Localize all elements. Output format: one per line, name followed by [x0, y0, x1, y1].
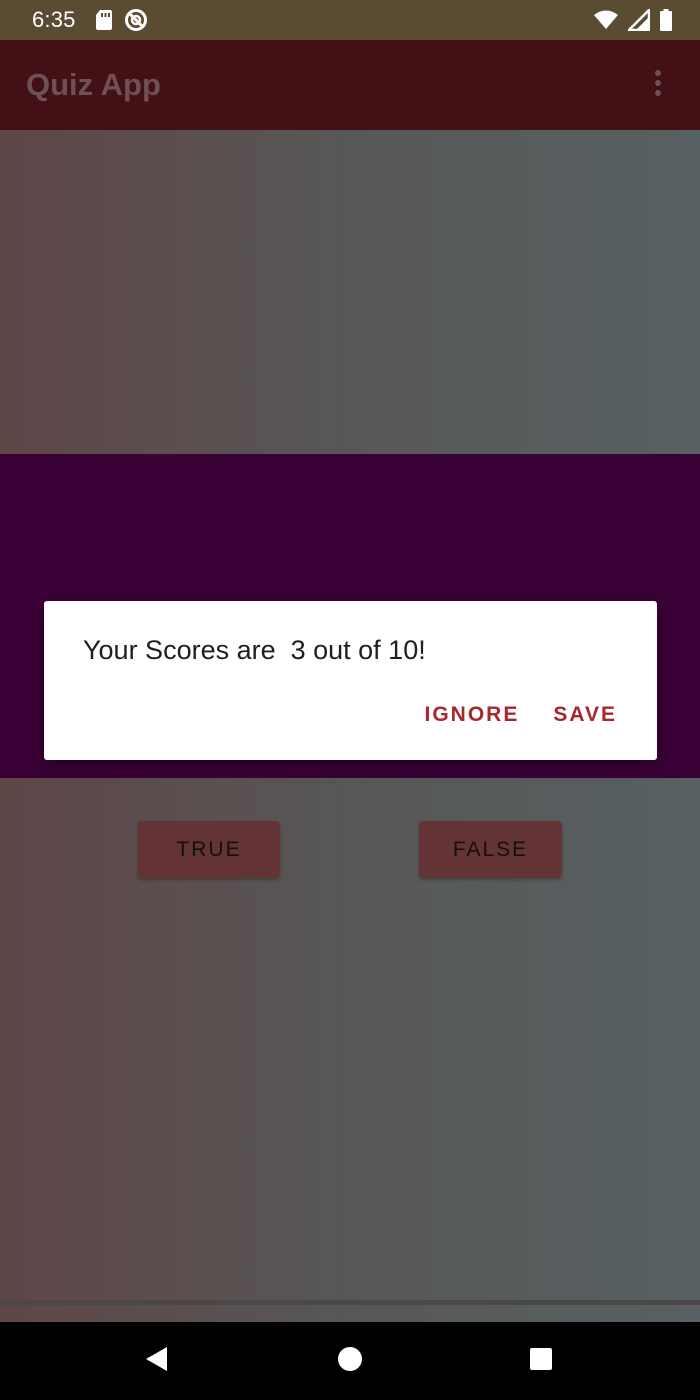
status-left-icons	[95, 8, 148, 32]
status-bar: 6:35	[0, 0, 700, 40]
dialog-message: Your Scores are 3 out of 10!	[83, 635, 426, 665]
sd-card-icon	[95, 10, 112, 30]
app-bar: Quiz App	[0, 40, 700, 130]
ignore-button[interactable]: IGNORE	[425, 703, 520, 727]
wifi-icon	[594, 10, 618, 30]
score-dialog: Your Scores are 3 out of 10! IGNORE SAVE	[44, 601, 657, 760]
home-button[interactable]	[310, 1322, 390, 1400]
status-right-icons	[594, 9, 672, 31]
do-not-disturb-icon	[124, 8, 148, 32]
true-button[interactable]: TRUE	[138, 821, 280, 878]
app-title: Quiz App	[26, 67, 161, 102]
overflow-menu-button[interactable]	[640, 61, 676, 109]
save-button[interactable]: SAVE	[553, 703, 617, 727]
status-time: 6:35	[32, 7, 76, 32]
home-icon	[337, 1346, 363, 1377]
navigation-bar	[0, 1322, 700, 1400]
recents-icon	[529, 1347, 553, 1376]
dialog-actions: IGNORE SAVE	[425, 703, 617, 727]
battery-icon	[660, 9, 672, 31]
more-vert-icon	[654, 69, 662, 102]
recents-button[interactable]	[501, 1322, 581, 1400]
bottom-divider	[0, 1300, 700, 1305]
back-icon	[145, 1346, 169, 1377]
signal-icon	[628, 9, 650, 31]
screen: 6:35 Quiz App TRUE FALSE Your Scores are…	[0, 0, 700, 1400]
false-button[interactable]: FALSE	[419, 821, 562, 878]
back-button[interactable]	[117, 1322, 197, 1400]
